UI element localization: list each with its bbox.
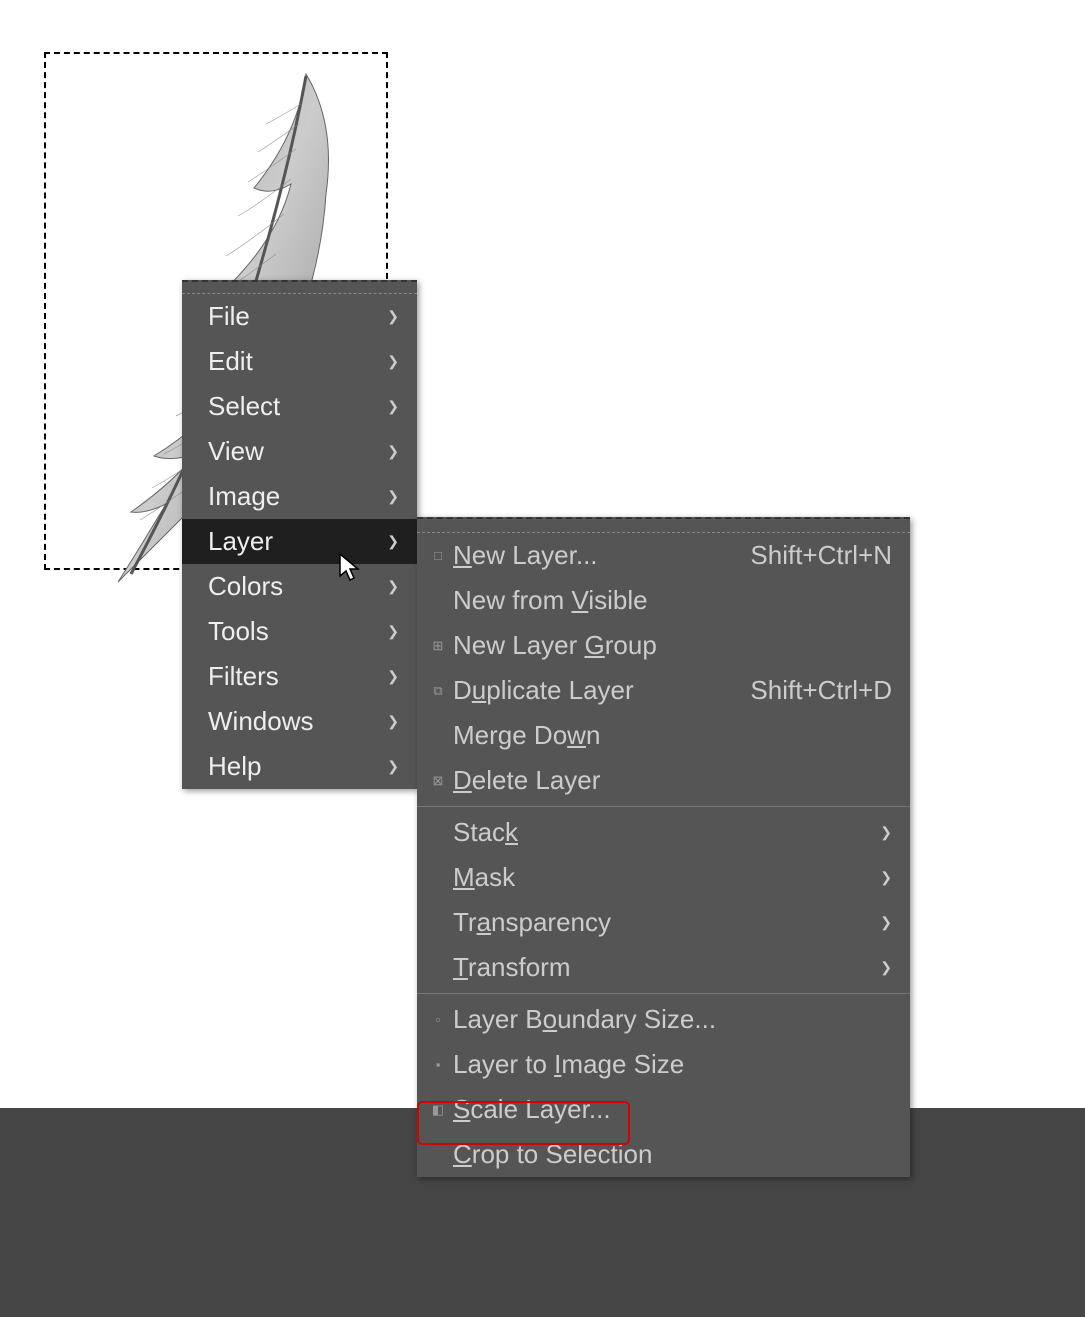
submenu-item-new-layer[interactable]: □ New Layer...Shift+Ctrl+N	[417, 533, 910, 578]
submenu-item-stack[interactable]: Stack❯	[417, 810, 910, 855]
menu-item-help[interactable]: Help ❯	[182, 744, 417, 789]
submenu-item-shortcut: Shift+Ctrl+D	[750, 675, 892, 706]
submenu-tearoff-handle[interactable]	[417, 517, 910, 533]
menu-item-tools[interactable]: Tools ❯	[182, 609, 417, 654]
submenu-item-label: Layer to Image Size	[453, 1049, 892, 1080]
context-menu-main: File❯Edit❯Select❯View❯Image❯Layer❯Colors…	[182, 280, 417, 789]
submenu-item-transparency[interactable]: Transparency❯	[417, 900, 910, 945]
chevron-right-icon: ❯	[880, 869, 892, 886]
chevron-right-icon: ❯	[387, 713, 399, 730]
menu-separator	[417, 993, 910, 994]
submenu-item-layer-to-image-size[interactable]: ▪ Layer to Image Size	[417, 1042, 910, 1087]
chevron-right-icon: ❯	[387, 623, 399, 640]
menu-item-icon: □	[427, 548, 449, 563]
submenu-item-layer-boundary-size[interactable]: ▫ Layer Boundary Size...	[417, 997, 910, 1042]
submenu-item-transform[interactable]: Transform❯	[417, 945, 910, 990]
submenu-item-mask[interactable]: Mask❯	[417, 855, 910, 900]
menu-item-icon: ▫	[427, 1012, 449, 1027]
menu-item-windows[interactable]: Windows ❯	[182, 699, 417, 744]
submenu-item-shortcut: Shift+Ctrl+N	[750, 540, 892, 571]
context-submenu-layer: □ New Layer...Shift+Ctrl+N New from Visibl…	[417, 517, 910, 1177]
menu-tearoff-handle[interactable]	[182, 280, 417, 294]
menu-item-label: Edit	[208, 346, 253, 377]
chevron-right-icon: ❯	[880, 959, 892, 976]
submenu-item-label: Transparency	[453, 907, 880, 938]
chevron-right-icon: ❯	[387, 308, 399, 325]
chevron-right-icon: ❯	[880, 824, 892, 841]
menu-item-icon: ⊞	[427, 638, 449, 654]
submenu-item-label: Crop to Selection	[453, 1139, 892, 1170]
chevron-right-icon: ❯	[387, 353, 399, 370]
menu-item-label: Select	[208, 391, 280, 422]
submenu-item-duplicate-layer[interactable]: ⧉Duplicate LayerShift+Ctrl+D	[417, 668, 910, 713]
submenu-item-label: Duplicate Layer	[453, 675, 750, 706]
menu-item-edit[interactable]: Edit ❯	[182, 339, 417, 384]
submenu-item-label: Layer Boundary Size...	[453, 1004, 892, 1035]
chevron-right-icon: ❯	[880, 914, 892, 931]
submenu-item-delete-layer[interactable]: ⊠Delete Layer	[417, 758, 910, 803]
chevron-right-icon: ❯	[387, 398, 399, 415]
menu-item-select[interactable]: Select ❯	[182, 384, 417, 429]
menu-item-label: Windows	[208, 706, 313, 737]
submenu-item-label: Merge Down	[453, 720, 892, 751]
submenu-item-label: Transform	[453, 952, 880, 983]
submenu-item-label: Mask	[453, 862, 880, 893]
submenu-item-label: Stack	[453, 817, 880, 848]
menu-item-icon: ⧉	[427, 683, 449, 699]
menu-item-label: File	[208, 301, 250, 332]
submenu-item-new-layer-group[interactable]: ⊞New Layer Group	[417, 623, 910, 668]
menu-item-label: Image	[208, 481, 280, 512]
submenu-item-label: Scale Layer...	[453, 1094, 892, 1125]
submenu-item-label: Delete Layer	[453, 765, 892, 796]
menu-item-colors[interactable]: Colors ❯	[182, 564, 417, 609]
submenu-item-scale-layer[interactable]: ◧Scale Layer...	[417, 1087, 910, 1132]
menu-item-label: View	[208, 436, 264, 467]
chevron-right-icon: ❯	[387, 443, 399, 460]
submenu-item-label: New Layer...	[453, 540, 750, 571]
chevron-right-icon: ❯	[387, 488, 399, 505]
menu-item-label: Help	[208, 751, 261, 782]
menu-item-file[interactable]: File ❯	[182, 294, 417, 339]
menu-item-label: Colors	[208, 571, 283, 602]
menu-item-filters[interactable]: Filters ❯	[182, 654, 417, 699]
menu-item-label: Layer	[208, 526, 273, 557]
submenu-item-label: New from Visible	[453, 585, 892, 616]
submenu-item-label: New Layer Group	[453, 630, 892, 661]
menu-item-label: Tools	[208, 616, 269, 647]
menu-item-icon: ⊠	[427, 773, 449, 789]
menu-separator	[417, 806, 910, 807]
menu-item-label: Filters	[208, 661, 279, 692]
submenu-item-new-from-visible[interactable]: New from Visible	[417, 578, 910, 623]
chevron-right-icon: ❯	[387, 533, 399, 550]
menu-item-icon: ◧	[427, 1102, 449, 1118]
submenu-item-crop-to-selection[interactable]: Crop to Selection	[417, 1132, 910, 1177]
chevron-right-icon: ❯	[387, 578, 399, 595]
mouse-cursor-icon	[338, 552, 362, 582]
menu-item-icon: ▪	[427, 1057, 449, 1072]
chevron-right-icon: ❯	[387, 668, 399, 685]
chevron-right-icon: ❯	[387, 758, 399, 775]
menu-item-layer[interactable]: Layer ❯	[182, 519, 417, 564]
menu-item-image[interactable]: Image ❯	[182, 474, 417, 519]
menu-item-view[interactable]: View ❯	[182, 429, 417, 474]
submenu-item-merge-down[interactable]: Merge Down	[417, 713, 910, 758]
